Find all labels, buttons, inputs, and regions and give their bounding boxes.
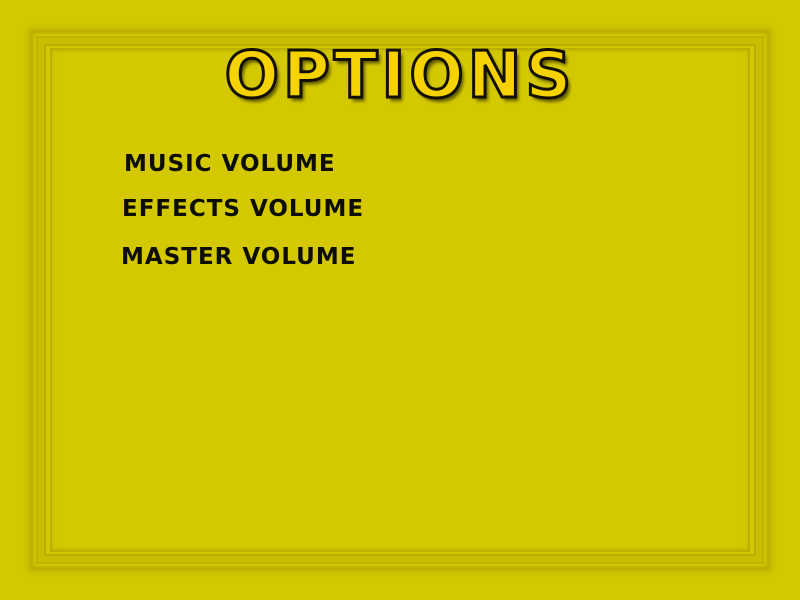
- options-panel: [50, 48, 750, 552]
- options-title: OPTIONS: [223, 39, 576, 113]
- master-volume-option[interactable]: Master Volume: [121, 246, 356, 269]
- effects-volume-option[interactable]: Effects Volume: [122, 198, 364, 221]
- music-volume-option[interactable]: Music Volume: [124, 153, 336, 176]
